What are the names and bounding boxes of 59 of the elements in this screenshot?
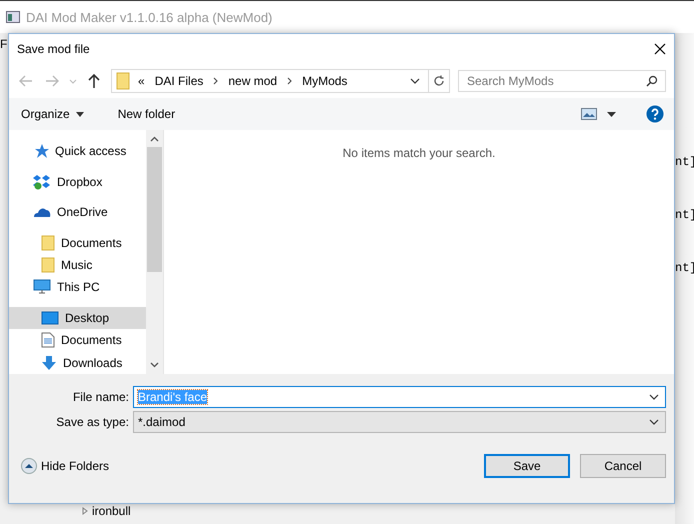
- dropdown-caret-icon[interactable]: [649, 394, 659, 400]
- scroll-down-icon[interactable]: [150, 362, 159, 368]
- menu-item[interactable]: F: [0, 37, 8, 51]
- nav-item[interactable]: Music: [9, 254, 146, 276]
- empty-message: No items match your search.: [342, 146, 496, 162]
- breadcrumb[interactable]: new mod: [228, 74, 278, 88]
- app-title: DAI Mod Maker v1.1.0.16 alpha (NewMod): [26, 10, 272, 24]
- overflow-chevron[interactable]: «: [138, 74, 145, 88]
- nav-item[interactable]: OneDrive: [9, 200, 146, 224]
- desktop-icon: [41, 310, 59, 325]
- address-bar[interactable]: « DAI Files new mod MyMods: [111, 69, 450, 93]
- breadcrumb[interactable]: MyMods: [302, 74, 348, 88]
- document-icon: [41, 332, 55, 348]
- breadcrumb[interactable]: DAI Files: [154, 74, 204, 88]
- new-folder-button[interactable]: New folder: [116, 105, 178, 123]
- folder-icon: [41, 256, 55, 273]
- file-type-dropdown[interactable]: *.daimod: [133, 411, 666, 433]
- code-text: nt]: [675, 208, 694, 222]
- monitor-icon: [33, 279, 51, 296]
- scroll-up-icon[interactable]: [150, 136, 159, 142]
- dropbox-icon: [33, 174, 51, 190]
- app-icon: [6, 11, 20, 23]
- dropdown-caret-icon[interactable]: [649, 419, 659, 425]
- folder-icon: [41, 234, 55, 251]
- help-icon[interactable]: [646, 105, 664, 123]
- download-icon: [41, 354, 57, 371]
- field-label: File name:: [72, 390, 130, 404]
- dialog-button[interactable]: Save: [484, 454, 570, 478]
- search-field[interactable]: Search MyMods: [458, 70, 666, 92]
- close-icon[interactable]: [654, 43, 666, 55]
- separator-icon[interactable]: [287, 77, 292, 85]
- nav-item[interactable]: Desktop: [9, 306, 146, 330]
- view-caret-icon[interactable]: [607, 112, 616, 116]
- star-icon: [33, 143, 49, 160]
- code-text: nt]: [675, 261, 694, 275]
- view-icon[interactable]: [581, 108, 597, 120]
- refresh-icon[interactable]: [433, 75, 445, 87]
- code-text: nt]: [675, 155, 694, 169]
- collapse-icon: [21, 458, 37, 474]
- nav-item[interactable]: Quick access: [9, 140, 146, 162]
- nav-item[interactable]: Downloads: [9, 352, 146, 374]
- tree-item[interactable]: ironbull: [92, 504, 131, 518]
- organize-button[interactable]: Organize: [19, 105, 86, 123]
- field-label: Save as type:: [55, 415, 130, 429]
- caret-icon: [76, 112, 84, 116]
- separator-icon[interactable]: [213, 77, 218, 85]
- scrollbar[interactable]: [146, 130, 163, 374]
- folder-icon: [116, 72, 130, 90]
- search-icon[interactable]: [646, 75, 658, 87]
- nav-item[interactable]: Dropbox: [9, 170, 146, 193]
- cloud-icon: [33, 206, 51, 218]
- dropdown-caret-icon[interactable]: [410, 78, 420, 84]
- dialog-title: Save mod file: [17, 42, 90, 56]
- hide-folders-button[interactable]: Hide Folders: [21, 458, 110, 474]
- expand-icon[interactable]: [82, 507, 88, 515]
- nav-item[interactable]: Documents: [9, 231, 146, 254]
- nav-item[interactable]: Documents: [9, 329, 146, 352]
- dialog-button[interactable]: Cancel: [580, 454, 666, 478]
- nav-item[interactable]: This PC: [9, 276, 146, 299]
